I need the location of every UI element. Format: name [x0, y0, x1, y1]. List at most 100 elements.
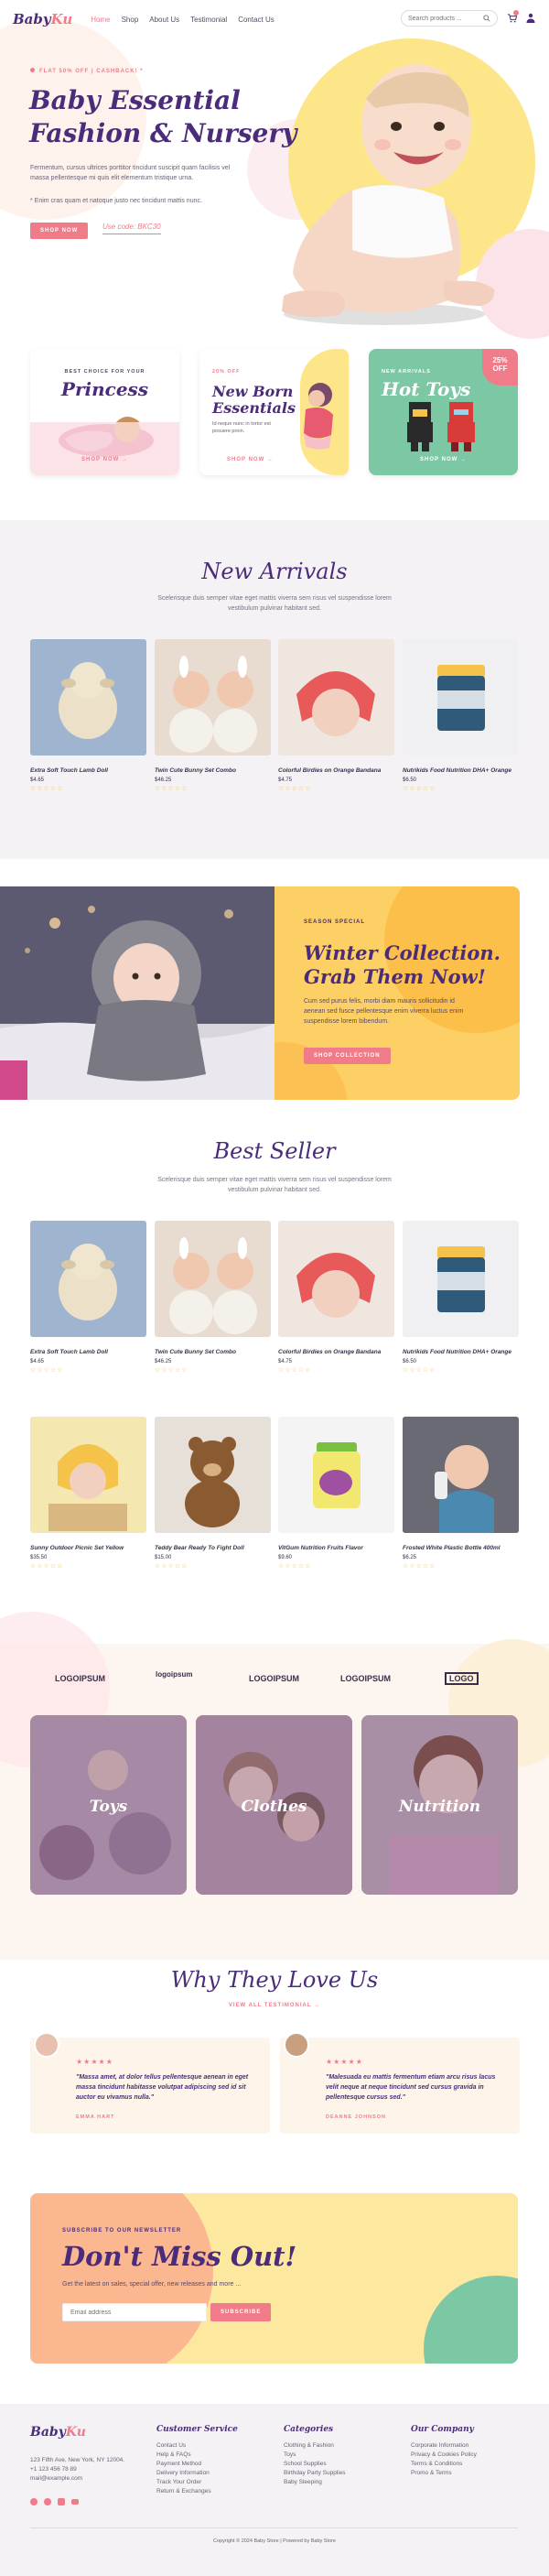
footer-link[interactable]: Corporate Information [411, 2441, 477, 2451]
product-name[interactable]: Extra Soft Touch Lamb Doll [30, 767, 146, 775]
view-all-testimonials-link[interactable]: VIEW ALL TESTIMONIAL → [0, 2003, 549, 2008]
cart-badge [513, 10, 519, 16]
category-toys[interactable]: Toys [30, 1715, 187, 1895]
winter-shop-button[interactable]: SHOP COLLECTION [304, 1048, 391, 1064]
product-image[interactable] [30, 1221, 146, 1337]
product-card[interactable]: Colorful Birdies on Orange Bandana $4.75 ☆… [278, 639, 394, 792]
product-image[interactable] [403, 639, 519, 755]
product-card[interactable]: Frosted White Plastic Bottle 400ml $6.25 ☆… [403, 1417, 519, 1570]
hot-toys-image [407, 402, 475, 451]
footer-link[interactable]: School Supplies [284, 2460, 346, 2469]
brand-logo-4: LOGOIPSUM [340, 1674, 392, 1683]
brand-logo-3: LOGOIPSUM [249, 1674, 300, 1683]
product-name[interactable]: Colorful Birdies on Orange Bandana [278, 1349, 394, 1356]
footer-link[interactable]: Privacy & Cookies Policy [411, 2451, 477, 2460]
nav-about[interactable]: About Us [149, 16, 179, 24]
newsletter-section: SUBSCRIBE TO OUR NEWSLETTER Don't Miss O… [30, 2193, 518, 2364]
product-card[interactable]: Twin Cute Bunny Set Combo $46.25 ☆☆☆☆☆ [155, 1221, 271, 1374]
footer-link[interactable]: Track Your Order [156, 2478, 238, 2487]
hero-baby-image [282, 64, 495, 325]
nav-contact[interactable]: Contact Us [238, 16, 274, 24]
facebook-icon[interactable] [30, 2498, 38, 2505]
subscribe-button[interactable]: SUBSCRIBE [210, 2303, 272, 2321]
site-logo[interactable]: BabyKu [13, 11, 72, 27]
product-card[interactable]: Nutrikids Food Nutrition DHA+ Orange $6.5… [403, 639, 519, 792]
product-image[interactable] [30, 639, 146, 755]
card-newborn[interactable]: 20% OFF New Born Essentials Id neque nunc… [199, 349, 349, 475]
footer-link[interactable]: Return & Exchanges [156, 2487, 238, 2496]
product-card[interactable]: Extra Soft Touch Lamb Doll $4.65 ☆☆☆☆☆ [30, 639, 146, 792]
instagram-icon[interactable] [58, 2498, 65, 2505]
card-newborn-title: New Born Essentials [212, 383, 296, 417]
product-name[interactable]: Colorful Birdies on Orange Bandana [278, 767, 394, 775]
product-image[interactable] [278, 1417, 394, 1533]
card-princess-link[interactable]: SHOP NOW → [30, 457, 179, 462]
card-toys-link[interactable]: SHOP NOW → [369, 457, 518, 462]
product-name[interactable]: Teddy Bear Ready To Fight Doll [155, 1545, 271, 1552]
new-arrivals-subtitle: Scelerisque duis semper vitae eget matti… [157, 595, 392, 612]
product-name[interactable]: Extra Soft Touch Lamb Doll [30, 1349, 146, 1356]
product-image[interactable] [403, 1417, 519, 1533]
search-input[interactable] [408, 15, 483, 22]
social-links [30, 2498, 79, 2505]
product-name[interactable]: Sunny Outdoor Picnic Set Yellow [30, 1545, 146, 1552]
testimonial-stars: ★★★★★ [76, 2058, 113, 2066]
search-icon[interactable] [483, 15, 490, 22]
hero-shop-button[interactable]: SHOP NOW [30, 223, 89, 239]
product-card[interactable]: Extra Soft Touch Lamb Doll $4.65 ☆☆☆☆☆ [30, 1221, 146, 1374]
product-price: $4.65 [30, 777, 45, 783]
footer-link[interactable]: Clothing & Fashion [284, 2441, 346, 2451]
main-nav: Home Shop About Us Testimonial Contact U… [91, 16, 274, 24]
product-price: $4.65 [30, 1359, 45, 1364]
product-image[interactable] [278, 639, 394, 755]
email-field[interactable] [62, 2303, 207, 2321]
footer-link[interactable]: Birthday Party Supplies [284, 2469, 346, 2478]
product-name[interactable]: Nutrikids Food Nutrition DHA+ Orange [403, 1349, 519, 1356]
product-name[interactable]: Twin Cute Bunny Set Combo [155, 1349, 271, 1356]
product-image[interactable] [30, 1417, 146, 1533]
nav-shop[interactable]: Shop [122, 16, 139, 24]
site-header: BabyKu Home Shop About Us Testimonial Co… [0, 0, 549, 38]
card-newborn-link[interactable]: SHOP NOW → [227, 457, 274, 462]
product-card[interactable]: Sunny Outdoor Picnic Set Yellow $35.50 ☆☆☆… [30, 1417, 146, 1570]
product-card[interactable]: Colorful Birdies on Orange Bandana $4.75 ☆… [278, 1221, 394, 1374]
product-image[interactable] [155, 639, 271, 755]
card-hot-toys[interactable]: NEW ARRIVALS Hot Toys 25% OFF SHOP NOW → [369, 349, 518, 475]
footer-col-company: Our Company Corporate Information Privac… [411, 2425, 477, 2478]
product-image[interactable] [403, 1221, 519, 1337]
footer-link[interactable]: Baby Sleeping [284, 2478, 346, 2487]
brand-logo-5: LOGO [445, 1672, 479, 1685]
footer-link[interactable]: Terms & Conditions [411, 2460, 477, 2469]
user-icon[interactable] [526, 13, 535, 23]
category-nutrition[interactable]: Nutrition [361, 1715, 518, 1895]
card-toys-label: NEW ARRIVALS [382, 369, 431, 375]
product-card[interactable]: Nutrikids Food Nutrition DHA+ Orange $6.5… [403, 1221, 519, 1374]
product-name[interactable]: Nutrikids Food Nutrition DHA+ Orange [403, 767, 519, 775]
footer-link[interactable]: Promo & Terms [411, 2469, 477, 2478]
product-image[interactable] [278, 1221, 394, 1337]
footer-link[interactable]: Payment Method [156, 2460, 238, 2469]
product-name[interactable]: Frosted White Plastic Bottle 400ml [403, 1545, 519, 1552]
product-card[interactable]: Twin Cute Bunny Set Combo $46.25 ☆☆☆☆☆ [155, 639, 271, 792]
product-image[interactable] [155, 1221, 271, 1337]
category-clothes[interactable]: Clothes [196, 1715, 352, 1895]
nav-testimonial[interactable]: Testimonial [190, 16, 227, 24]
nav-home[interactable]: Home [91, 16, 110, 24]
product-image[interactable] [155, 1417, 271, 1533]
product-card[interactable]: Teddy Bear Ready To Fight Doll $15.00 ☆☆☆☆… [155, 1417, 271, 1570]
best-seller-subtitle: Scelerisque duis semper vitae eget matti… [157, 1177, 392, 1193]
footer-logo[interactable]: BabyKu [30, 2425, 86, 2440]
footer-link[interactable]: Toys [284, 2451, 346, 2460]
testimonial-card: ★★★★★ "Massa amet, at dolor tellus pelle… [30, 2032, 270, 2134]
product-name[interactable]: Twin Cute Bunny Set Combo [155, 767, 271, 775]
product-name[interactable]: VitGum Nutrition Fruits Flavor [278, 1545, 394, 1552]
footer-link[interactable]: Help & FAQs [156, 2451, 238, 2460]
footer-link[interactable]: Delivery Information [156, 2469, 238, 2478]
product-price: $4.75 [278, 777, 293, 783]
youtube-icon[interactable] [71, 2498, 79, 2505]
testimonial-author: DEANNE JOHNSON [326, 2114, 386, 2120]
card-princess[interactable]: BEST CHOICE FOR YOUR Princess SHOP NOW → [30, 349, 179, 475]
footer-link[interactable]: Contact Us [156, 2441, 238, 2451]
product-card[interactable]: VitGum Nutrition Fruits Flavor $9.60 ☆☆☆☆☆ [278, 1417, 394, 1570]
twitter-icon[interactable] [44, 2498, 51, 2505]
